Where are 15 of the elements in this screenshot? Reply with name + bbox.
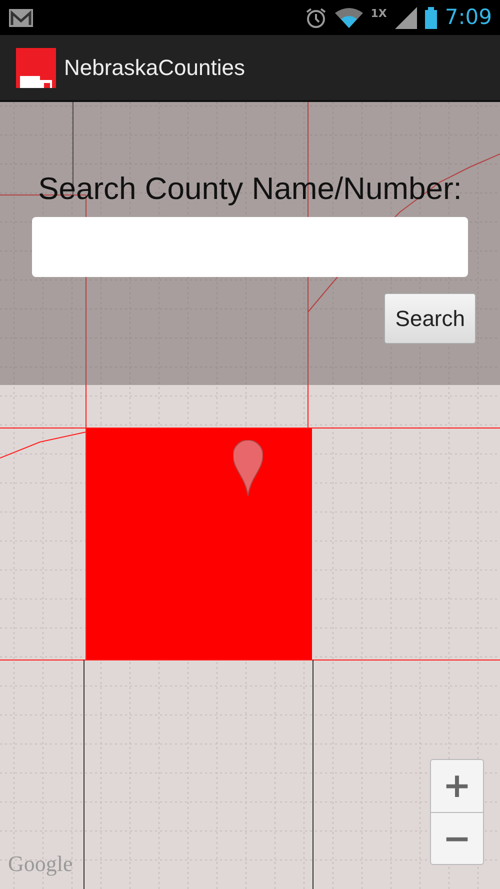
wifi-icon	[334, 8, 363, 28]
zoom-out-button[interactable]: −	[431, 812, 483, 864]
mail-icon	[8, 8, 34, 28]
battery-icon	[424, 6, 437, 28]
app-icon	[16, 48, 56, 88]
search-field[interactable]	[32, 216, 468, 276]
map-attribution: Google	[8, 850, 73, 878]
signal-icon	[394, 6, 417, 28]
map-pin-icon	[233, 440, 263, 496]
network-type: 1X	[370, 6, 387, 22]
alarm-clock-icon	[304, 6, 327, 28]
search-button[interactable]: Search	[384, 292, 476, 344]
app-title: NebraskaCounties	[64, 54, 245, 82]
clock-time: 7:09	[444, 4, 492, 31]
zoom-in-button[interactable]: +	[431, 760, 483, 812]
